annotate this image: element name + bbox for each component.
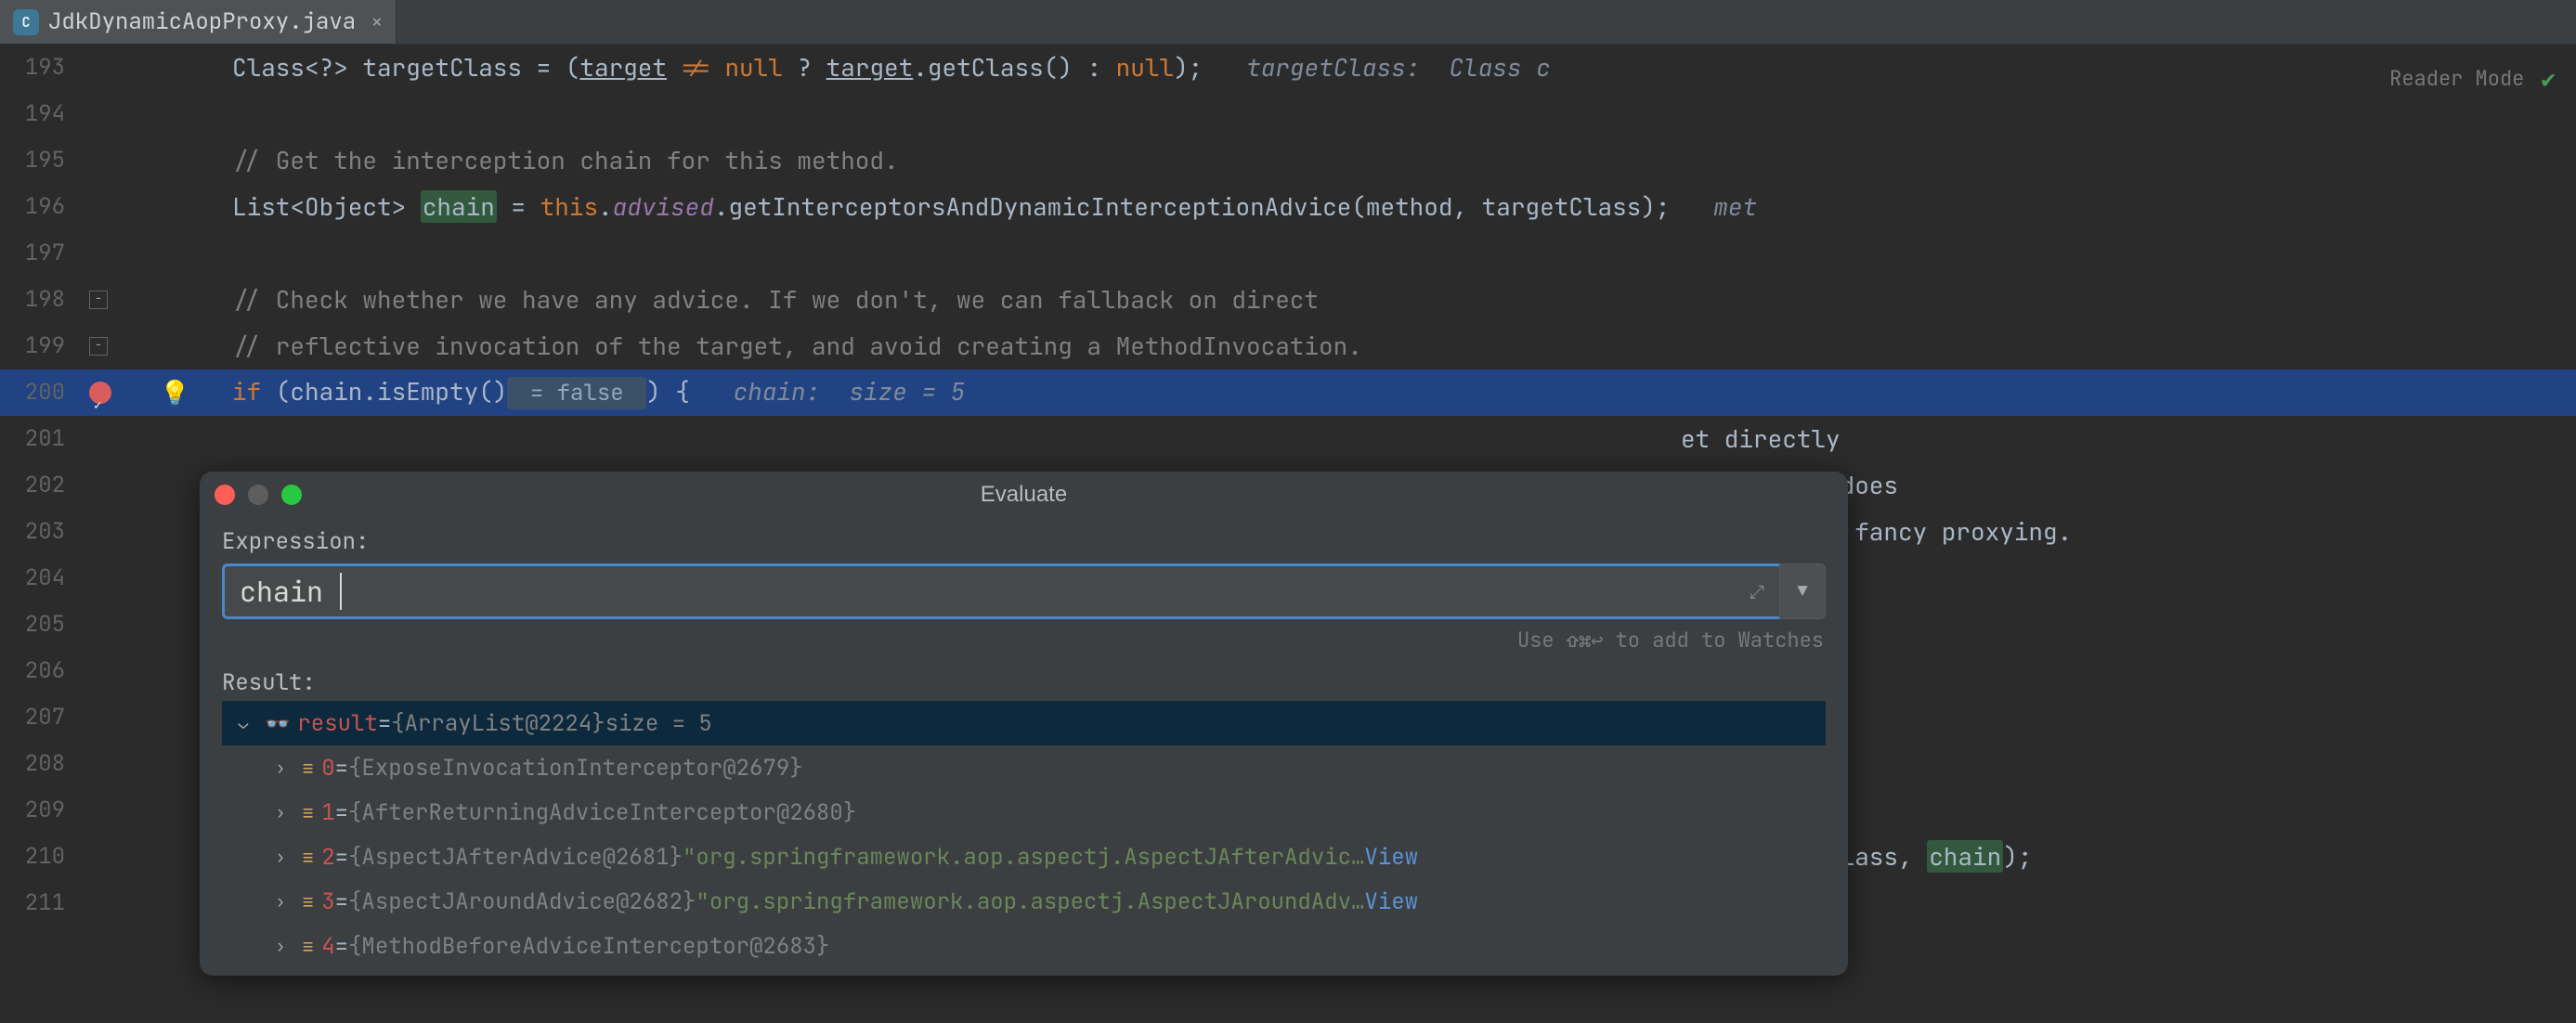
code-line: Class<?> targetClass = (target != null ?… (232, 45, 1551, 91)
line-number: 200 (0, 369, 84, 416)
chevron-right-icon[interactable]: › (267, 847, 294, 868)
code-line: // Check whether we have any advice. If … (232, 277, 1319, 323)
fold-icon[interactable]: − (89, 291, 108, 309)
watch-icon: 👓 (265, 710, 290, 737)
line-number: 205 (0, 602, 84, 648)
tree-item-row[interactable]: › ≡ 3 = {AspectJAroundAdvice@2682} "org.… (222, 879, 1826, 924)
tree-root-row[interactable]: ⌄ 👓 result = {ArrayList@2224} size = 5 (222, 701, 1826, 745)
line-number: 203 (0, 509, 84, 555)
expression-label: Expression: (222, 527, 1826, 556)
intention-bulb-icon[interactable]: 💡 (160, 369, 189, 416)
code-line: // reflective invocation of the target, … (232, 323, 1362, 369)
java-class-icon: C (13, 9, 39, 35)
shortcut-hint: Use ⇧⌘↩ to add to Watches (222, 619, 1826, 668)
code-line: et directly (232, 416, 1841, 462)
array-element-icon: ≡ (302, 755, 314, 782)
view-link[interactable]: View (1364, 887, 1418, 916)
history-dropdown-button[interactable]: ▼ (1779, 563, 1826, 619)
tree-item-row[interactable]: › ≡ 2 = {AspectJAfterAdvice@2681} "org.s… (222, 835, 1826, 879)
evaluate-dialog: Evaluate Expression: chain ⤢ ▼ Use ⇧⌘↩ t… (200, 472, 1848, 976)
chevron-right-icon[interactable]: › (267, 802, 294, 823)
tree-item-row[interactable]: › ≡ 0 = {ExposeInvocationInterceptor@267… (222, 745, 1826, 790)
line-number: 195 (0, 137, 84, 184)
line-number: 201 (0, 416, 84, 462)
line-number: 208 (0, 741, 84, 787)
line-number: 198 (0, 277, 84, 323)
code-line: if (chain.isEmpty() = false ) { chain: s… (232, 369, 965, 417)
line-number: 211 (0, 880, 84, 926)
array-element-icon: ≡ (302, 844, 314, 871)
chevron-right-icon[interactable]: › (267, 936, 294, 957)
line-number: 196 (0, 184, 84, 230)
reader-mode-badge[interactable]: Reader Mode ✔ (2389, 56, 2556, 102)
tab-label: JdkDynamicAopProxy.java (48, 7, 356, 36)
inspections-ok-icon[interactable]: ✔ (2541, 56, 2556, 102)
expand-icon[interactable]: ⤢ (1750, 579, 1764, 603)
chevron-down-icon[interactable]: ⌄ (229, 713, 257, 734)
line-number: 210 (0, 834, 84, 880)
line-number: 206 (0, 648, 84, 694)
line-number: 202 (0, 462, 84, 509)
line-number: 207 (0, 694, 84, 741)
code-line: List<Object> chain = this.advised.getInt… (232, 184, 1757, 230)
close-icon[interactable]: × (371, 8, 383, 35)
result-tree[interactable]: ⌄ 👓 result = {ArrayList@2224} size = 5 ›… (222, 701, 1826, 968)
tab-bar: C JdkDynamicAopProxy.java × (0, 0, 2576, 45)
line-number: 209 (0, 787, 84, 834)
file-tab[interactable]: C JdkDynamicAopProxy.java × (0, 0, 397, 44)
result-label: Result: (222, 668, 1826, 697)
dialog-title: Evaluate (200, 482, 1848, 508)
line-number: 204 (0, 555, 84, 602)
array-element-icon: ≡ (302, 799, 314, 826)
line-number: 197 (0, 230, 84, 277)
breakpoint-icon[interactable] (89, 382, 111, 404)
line-number: 199 (0, 323, 84, 369)
chevron-right-icon[interactable]: › (267, 891, 294, 913)
array-element-icon: ≡ (302, 933, 314, 960)
fold-icon[interactable]: − (89, 337, 108, 356)
line-number: 193 (0, 45, 84, 91)
line-number: 194 (0, 91, 84, 137)
view-link[interactable]: View (1364, 843, 1418, 872)
code-line: // Get the interception chain for this m… (232, 137, 899, 184)
array-element-icon: ≡ (302, 888, 314, 915)
expression-input[interactable]: chain ⤢ (222, 563, 1779, 619)
tree-item-row[interactable]: › ≡ 1 = {AfterReturningAdviceInterceptor… (222, 790, 1826, 835)
chevron-right-icon[interactable]: › (267, 758, 294, 779)
dialog-titlebar[interactable]: Evaluate (200, 472, 1848, 518)
tree-item-row[interactable]: › ≡ 4 = {MethodBeforeAdviceInterceptor@2… (222, 924, 1826, 968)
reader-mode-label: Reader Mode (2389, 56, 2524, 102)
